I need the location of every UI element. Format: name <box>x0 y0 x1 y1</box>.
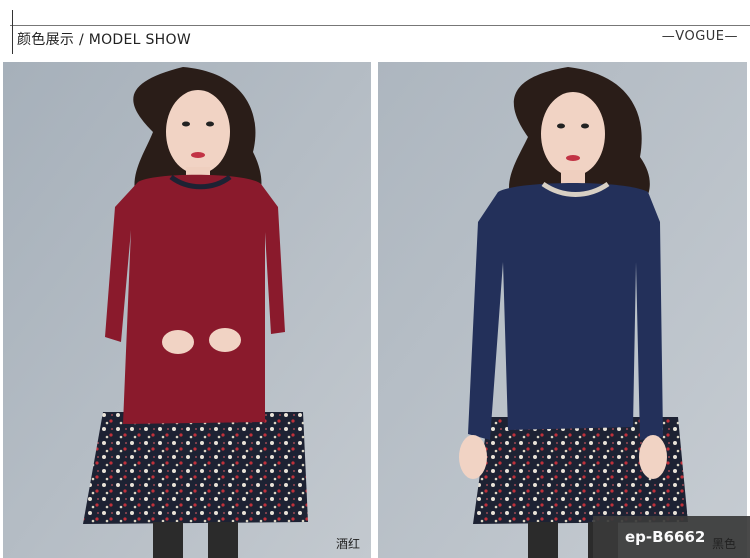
model-illustration <box>378 62 747 558</box>
header-tick <box>12 10 13 54</box>
vogue-label: —VOGUE— <box>661 29 738 44</box>
color-label-left: 酒红 <box>336 537 361 551</box>
section-title: 颜色展示 / MODEL SHOW <box>17 32 191 48</box>
model-photo-navy <box>378 62 747 558</box>
model-photo-wine-red <box>3 62 371 558</box>
model-illustration <box>3 62 371 558</box>
color-label-right: 黑色 <box>712 537 737 551</box>
header-divider <box>10 25 750 26</box>
